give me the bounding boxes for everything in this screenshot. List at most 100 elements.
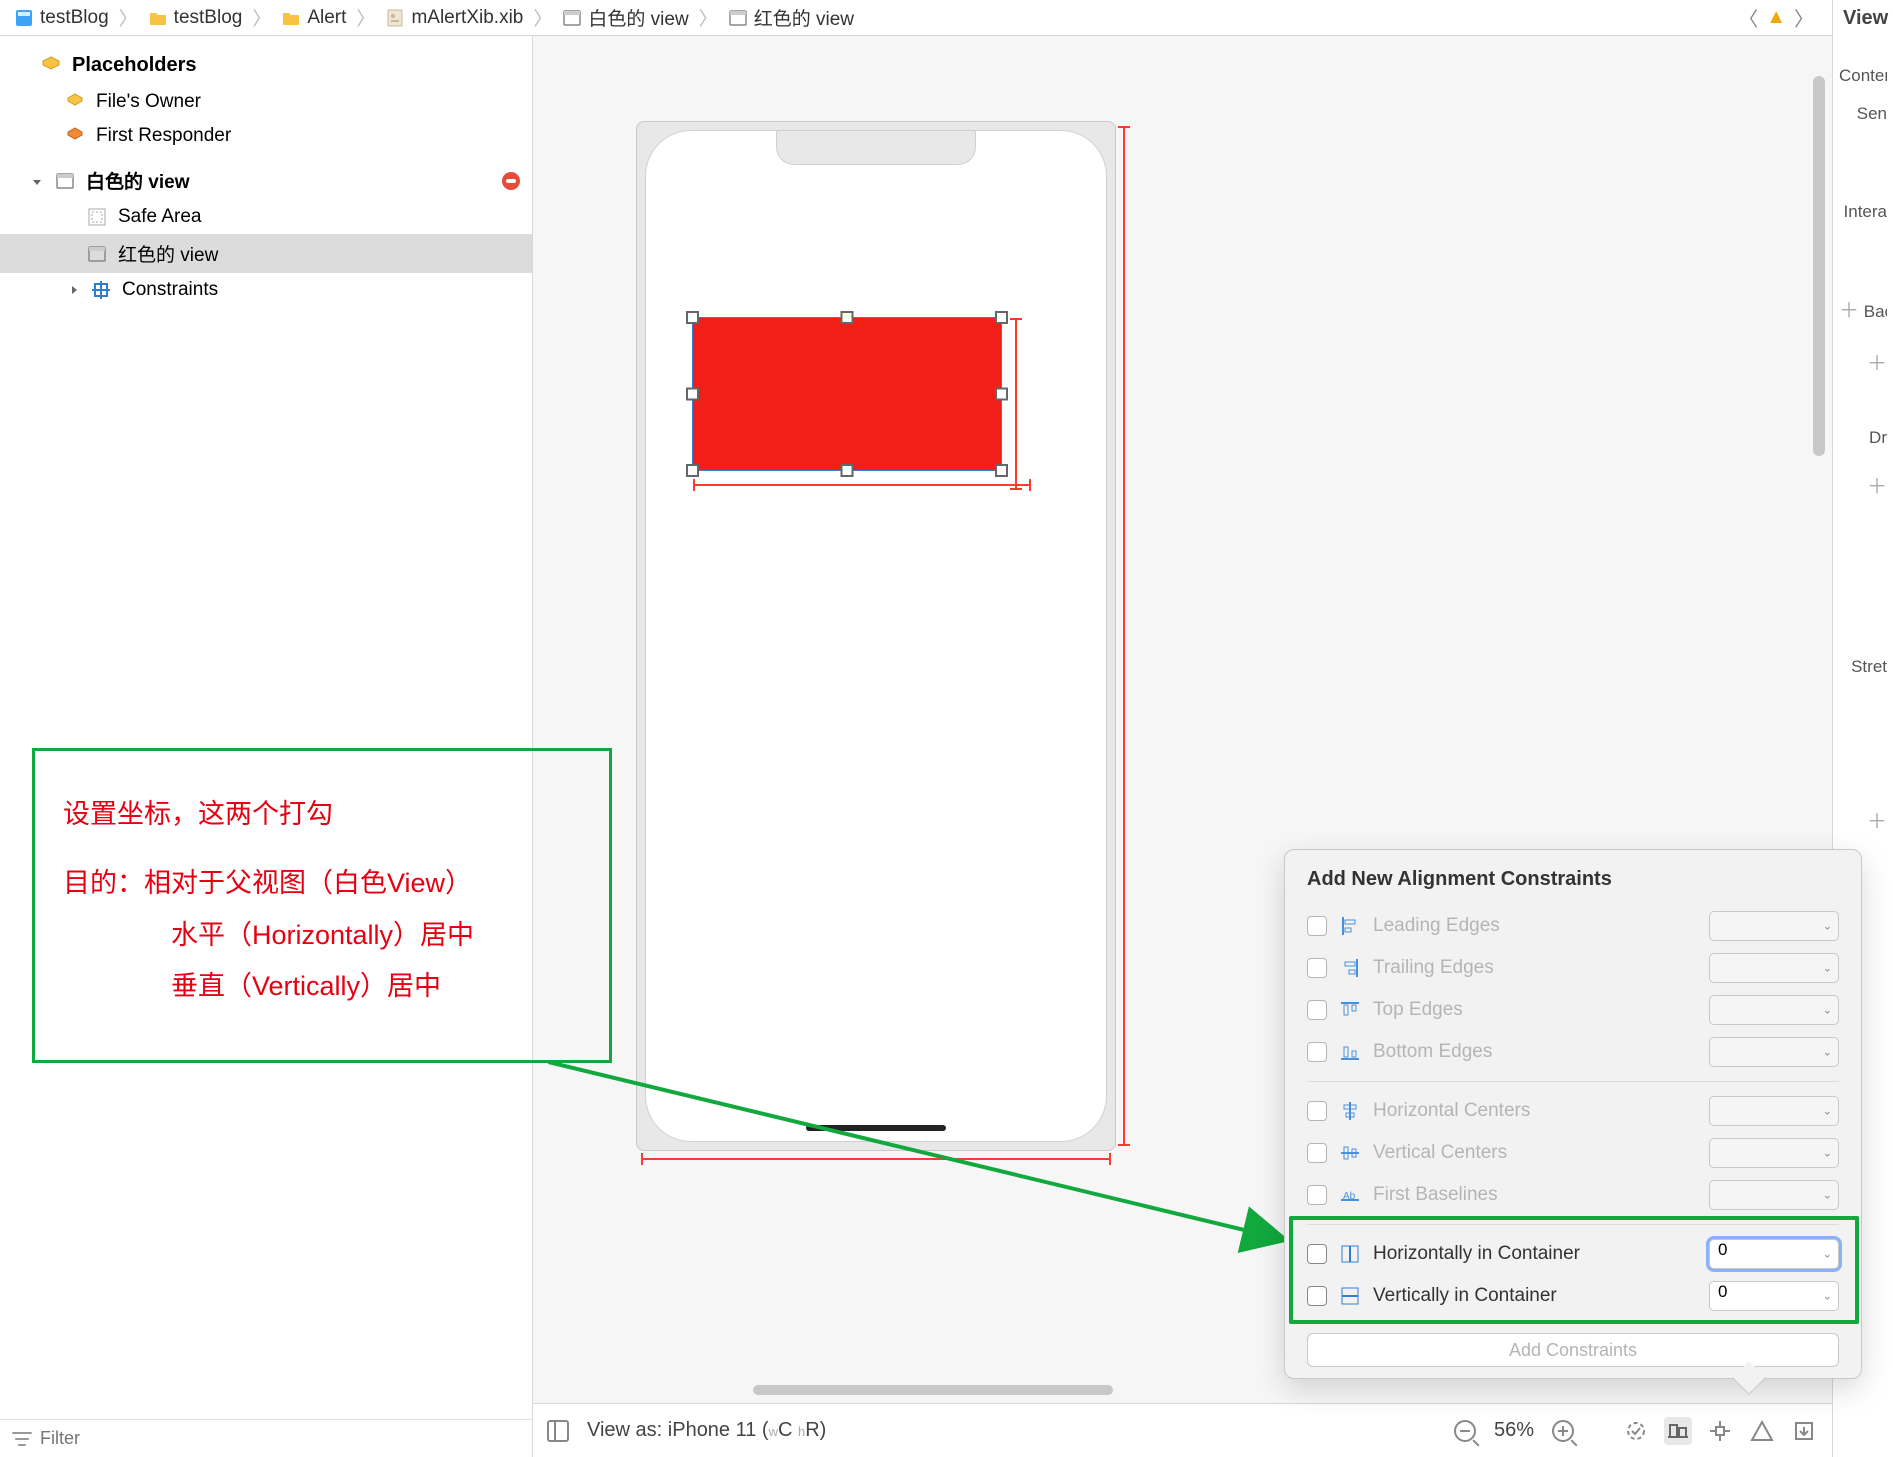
inspector-field-label: Content (1839, 48, 1887, 86)
nav-forward-button[interactable]: 〉 (1790, 3, 1818, 32)
resize-handle[interactable] (995, 311, 1008, 324)
separator (1307, 1081, 1839, 1082)
chevron-right-icon: 〉 (352, 4, 379, 31)
warning-icon[interactable]: ▲ (1766, 6, 1786, 29)
row-label: Vertical Centers (1373, 1142, 1507, 1164)
breadcrumb-item[interactable]: testBlog (8, 7, 115, 29)
horizontally-in-container-row[interactable]: Horizontally in Container 0⌄ (1307, 1233, 1839, 1275)
resize-handle[interactable] (841, 311, 854, 324)
align-bottom-icon (1339, 1041, 1361, 1063)
horizontal-centers-row: Horizontal Centers ⌄ (1307, 1090, 1839, 1132)
annotation-line: 水平（Horizontally）居中 (63, 910, 581, 961)
breadcrumb-item[interactable]: mAlertXib.xib (379, 7, 529, 29)
view-as-label[interactable]: View as: iPhone 11 (wC hR) (587, 1419, 826, 1442)
red-view-item[interactable]: 红色的 view (0, 234, 532, 273)
zoom-out-button[interactable] (1454, 1420, 1476, 1442)
inspector-field-label: Stret (1839, 639, 1887, 677)
align-hcontainer-icon (1339, 1243, 1361, 1265)
filter-icon[interactable] (12, 1432, 32, 1446)
chevron-right-icon: 〉 (248, 4, 275, 31)
breadcrumb-item[interactable]: testBlog (142, 7, 249, 29)
scrollbar-horizontal[interactable] (573, 1381, 1792, 1399)
constraints-icon (90, 279, 112, 301)
row-label: Bottom Edges (1373, 1041, 1492, 1063)
view-icon (54, 170, 76, 192)
resize-handle[interactable] (686, 311, 699, 324)
trailing-edges-row: Trailing Edges ⌄ (1307, 947, 1839, 989)
resize-handle[interactable] (995, 388, 1008, 401)
stop-badge-icon[interactable] (502, 172, 520, 190)
placeholders-label: Placeholders (72, 54, 197, 77)
folder-icon (148, 8, 168, 28)
zoom-level[interactable]: 56% (1494, 1419, 1534, 1442)
update-frames-button[interactable] (1622, 1417, 1650, 1445)
toggle-outline-button[interactable] (547, 1420, 569, 1442)
row-label: Top Edges (1373, 999, 1463, 1021)
vertically-in-container-row[interactable]: Vertically in Container 0⌄ (1307, 1275, 1839, 1317)
breadcrumb-item[interactable]: 白色的 view (556, 4, 694, 31)
resize-handle[interactable] (841, 464, 854, 477)
align-vcenter-icon (1339, 1142, 1361, 1164)
first-responder-item[interactable]: First Responder (0, 119, 532, 153)
breadcrumb-label: 白色的 view (588, 4, 688, 31)
breadcrumb-label: Alert (307, 7, 346, 29)
plus-icon[interactable]: ＋ (1867, 811, 1887, 833)
resize-handle[interactable] (686, 388, 699, 401)
filter-input[interactable] (40, 1428, 520, 1449)
chevron-right-icon: 〉 (115, 4, 142, 31)
chevron-right-icon: 〉 (529, 4, 556, 31)
xib-icon (385, 8, 405, 28)
size-guide-horizontal (693, 484, 1031, 486)
red-view[interactable] (692, 317, 1002, 471)
safe-area-label: Safe Area (118, 206, 201, 228)
checkbox[interactable] (1307, 1286, 1327, 1306)
add-constraints-button: Add Constraints (1307, 1333, 1839, 1367)
safe-area-item[interactable]: Safe Area (0, 200, 532, 234)
scrollbar-thumb[interactable] (753, 1385, 1113, 1395)
constraints-item[interactable]: Constraints (0, 273, 532, 307)
plus-icon[interactable]: ＋ (1839, 300, 1859, 322)
plus-icon[interactable]: ＋ (1867, 353, 1887, 375)
disclosure-triangle-icon[interactable] (30, 174, 44, 188)
resize-handle[interactable] (995, 464, 1008, 477)
device-notch (776, 131, 976, 165)
embed-button[interactable] (1790, 1417, 1818, 1445)
align-button[interactable] (1664, 1417, 1692, 1445)
separator (1307, 1224, 1839, 1225)
checkbox (1307, 1000, 1327, 1020)
align-vcontainer-icon (1339, 1285, 1361, 1307)
disclosure-triangle-icon[interactable] (66, 283, 80, 297)
row-label: First Baselines (1373, 1184, 1498, 1206)
breadcrumb-label: testBlog (40, 7, 109, 29)
zoom-in-button[interactable] (1552, 1420, 1574, 1442)
first-baselines-row: Ab First Baselines ⌄ (1307, 1174, 1839, 1216)
scrollbar-thumb[interactable] (1813, 76, 1825, 456)
vcontainer-constant-field[interactable]: 0⌄ (1709, 1281, 1839, 1311)
root-view-item[interactable]: 白色的 view (0, 161, 532, 200)
resolve-issues-button[interactable] (1748, 1417, 1776, 1445)
breadcrumb-label: testBlog (174, 7, 243, 29)
outline-body: Placeholders File's Owner First Responde… (0, 36, 532, 1419)
placeholders-icon (40, 55, 62, 77)
files-owner-item[interactable]: File's Owner (0, 85, 532, 119)
vertical-centers-row: Vertical Centers ⌄ (1307, 1132, 1839, 1174)
document-outline: Placeholders File's Owner First Responde… (0, 36, 533, 1457)
checkbox (1307, 958, 1327, 978)
breadcrumb-item[interactable]: Alert (275, 7, 352, 29)
device-frame[interactable] (636, 121, 1116, 1151)
inspector-field-label: Sen (1839, 86, 1887, 124)
home-indicator (806, 1125, 946, 1131)
nav-back-button[interactable]: 〈 (1734, 3, 1762, 32)
hcontainer-constant-field[interactable]: 0⌄ (1709, 1239, 1839, 1269)
files-owner-label: File's Owner (96, 91, 201, 113)
device-screen[interactable] (645, 130, 1107, 1142)
measure-guide-horizontal (641, 1158, 1111, 1160)
constraints-label: Constraints (122, 279, 218, 301)
plus-icon[interactable]: ＋ (1867, 476, 1887, 498)
checkbox[interactable] (1307, 1244, 1327, 1264)
bottom-edges-row: Bottom Edges ⌄ (1307, 1031, 1839, 1073)
breadcrumb-item[interactable]: 红色的 view (722, 4, 860, 31)
pin-button[interactable] (1706, 1417, 1734, 1445)
red-view-label: 红色的 view (118, 240, 218, 267)
resize-handle[interactable] (686, 464, 699, 477)
